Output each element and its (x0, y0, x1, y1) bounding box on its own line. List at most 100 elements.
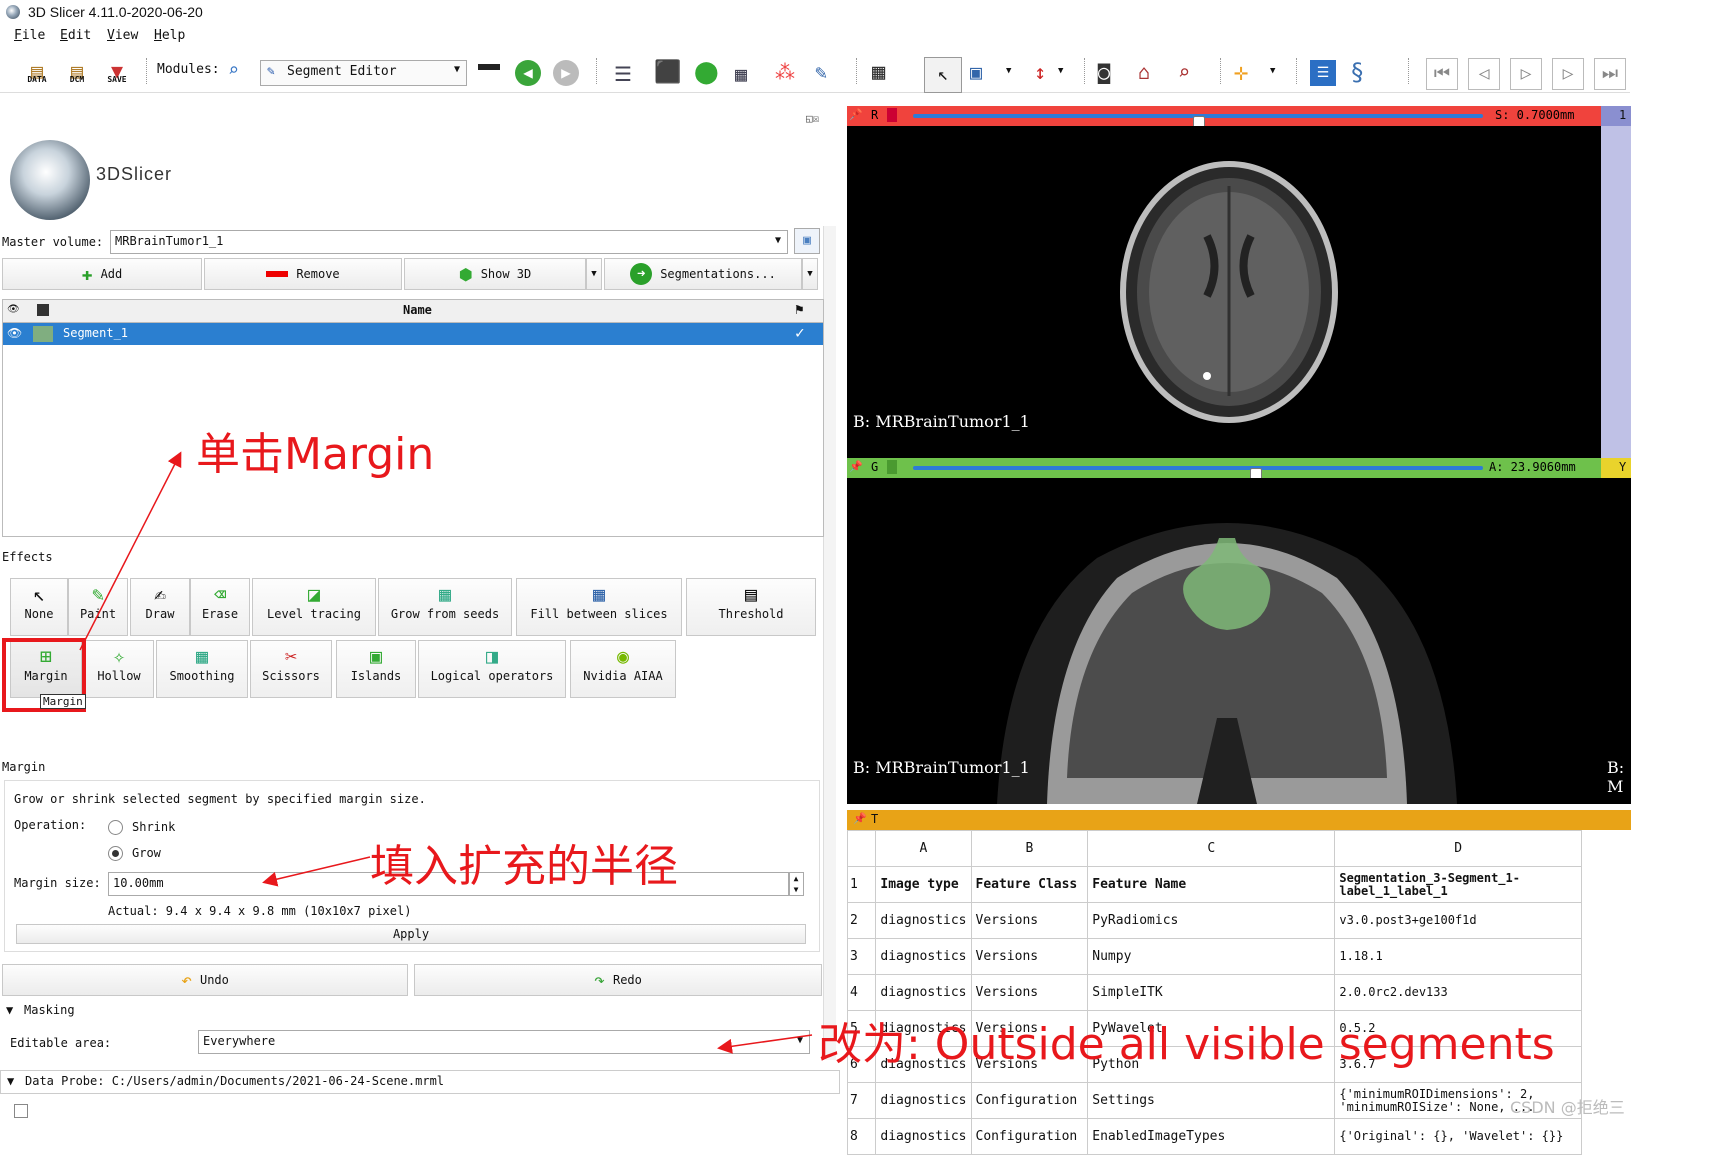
table-cell[interactable]: Feature Name (1087, 866, 1336, 903)
table-cell[interactable]: Versions (970, 902, 1089, 939)
feature-table-grid[interactable]: A B C D 1 Image type Feature Class Feature … (846, 830, 1582, 1155)
masking-collapse-icon[interactable]: ▼ (6, 1003, 13, 1017)
red-slice-slider[interactable] (913, 114, 1483, 134)
effect-logical-operators-button[interactable]: ◨ Logical operators (418, 640, 566, 698)
3d-view-controller[interactable]: 1 (1601, 106, 1631, 126)
load-dicom-button[interactable]: ▤ DCM (62, 56, 92, 86)
last-frame-icon[interactable]: ⏭ (1594, 58, 1626, 90)
menu-view[interactable]: View (107, 28, 138, 43)
red-slice-view[interactable]: B: MRBrainTumor1_1 (847, 126, 1601, 458)
table-row[interactable]: 1 Image type Feature Class Feature Name Segm… (846, 866, 1582, 903)
table-row[interactable]: 4 diagnostics Versions SimpleITK 2.0.0rc2.de… (846, 974, 1582, 1011)
checkbox[interactable] (14, 1104, 28, 1118)
show-3d-dropdown[interactable]: ▼ (586, 258, 602, 290)
markups-module-icon[interactable]: ⁂ (775, 60, 795, 84)
models-module-icon[interactable]: ▦ (735, 62, 747, 86)
menu-edit[interactable]: Edit (60, 28, 91, 43)
panel-scrollbar[interactable] (823, 226, 836, 1060)
table-cell[interactable]: diagnostics (875, 974, 972, 1011)
panel-float-close-icons[interactable]: ◱☒ (806, 112, 819, 125)
module-selector[interactable]: ✎ Segment Editor ▼ (260, 60, 467, 86)
chevron-down-icon[interactable]: ▼ (1270, 66, 1275, 76)
table-cell[interactable]: 2.0.0rc2.dev133 (1334, 974, 1582, 1011)
effect-threshold-button[interactable]: ▤ Threshold (686, 578, 816, 636)
scene-view-icon[interactable]: ⌂ (1138, 60, 1150, 84)
data-probe-bar[interactable]: ▼ Data Probe: C:/Users/admin/Documents/2… (0, 1070, 840, 1094)
segment-name[interactable]: Segment_1 (63, 326, 128, 340)
table-cell[interactable]: PyRadiomics (1087, 902, 1336, 939)
master-volume-options-icon[interactable]: ▣ (794, 228, 820, 254)
yellow-view-controller[interactable]: Y (1601, 458, 1631, 478)
green-slice-view[interactable]: B: MRBrainTumor1_1 (847, 478, 1601, 804)
red-view-controller[interactable]: 📌 R S: 0.7000mm (847, 106, 1601, 134)
module-list-icon[interactable]: ☰ (614, 62, 632, 86)
column-header[interactable]: C (1087, 830, 1336, 867)
data-module-icon[interactable]: ⬛ (654, 60, 681, 85)
eye-icon[interactable]: 👁 (7, 326, 22, 340)
module-history-icon[interactable] (478, 64, 500, 70)
forward-arrow-icon[interactable]: ▶ (553, 60, 579, 86)
table-cell[interactable]: diagnostics (875, 1082, 972, 1119)
table-cell[interactable]: Segmentation_3-Segment_1-label_1_label_1 (1334, 866, 1582, 903)
crosshair-icon[interactable]: ✛ (1234, 58, 1248, 86)
table-cell[interactable]: Numpy (1087, 938, 1336, 975)
column-header[interactable]: B (970, 830, 1089, 867)
segment-color-swatch[interactable] (33, 326, 53, 342)
extension-manager-icon[interactable]: ☰ (1310, 60, 1336, 86)
table-cell[interactable]: 1.18.1 (1334, 938, 1582, 975)
checkmark-icon[interactable]: ✓ (795, 323, 805, 342)
table-cell[interactable]: v3.0.post3+ge100f1d (1334, 902, 1582, 939)
effect-none-button[interactable]: ↖ None (10, 578, 68, 636)
effect-erase-button[interactable]: ⌫ Erase (190, 578, 250, 636)
editable-area-selector[interactable]: Everywhere ▼ (198, 1030, 810, 1054)
table-cell[interactable]: Image type (875, 866, 972, 903)
table-cell[interactable]: Versions (970, 974, 1089, 1011)
add-segment-button[interactable]: ✚ Add (2, 258, 202, 290)
layout-icon[interactable]: ▦ (872, 60, 885, 85)
link-icon[interactable] (887, 108, 897, 122)
previous-frame-icon[interactable]: ◁ (1468, 58, 1500, 90)
segmentations-button[interactable]: ➜ Segmentations... (604, 258, 802, 290)
green-slice-slider[interactable] (913, 466, 1483, 486)
effect-fill-between-slices-button[interactable]: ▦ Fill between slices (516, 578, 682, 636)
window-level-icon[interactable]: ▣ (970, 60, 982, 84)
load-data-button[interactable]: ▤ DATA (22, 56, 52, 86)
table-row[interactable]: 8 diagnostics Configuration EnabledImageTyp… (846, 1118, 1582, 1155)
volumes-module-icon[interactable]: ⬤ (694, 60, 719, 85)
effect-draw-button[interactable]: ✍ Draw (130, 578, 190, 636)
play-icon[interactable]: ▷ (1510, 58, 1542, 90)
remove-segment-button[interactable]: Remove (204, 258, 402, 290)
effect-scissors-button[interactable]: ✂ Scissors (250, 640, 332, 698)
table-row[interactable]: 7 diagnostics Configuration Settings {'minim… (846, 1082, 1582, 1119)
effect-level-tracing-button[interactable]: ◪ Level tracing (252, 578, 376, 636)
python-console-icon[interactable]: § (1350, 58, 1364, 86)
effect-hollow-button[interactable]: ✧ Hollow (84, 640, 154, 698)
masking-section-title[interactable]: Masking (24, 1003, 75, 1017)
effect-paint-button[interactable]: ✎ Paint (68, 578, 128, 636)
chevron-down-icon[interactable]: ▼ (1006, 66, 1011, 76)
show-3d-button[interactable]: ⬢ Show 3D (404, 258, 586, 290)
first-frame-icon[interactable]: ⏮ (1426, 58, 1458, 90)
pin-icon[interactable]: 📌 (853, 812, 867, 825)
effect-smoothing-button[interactable]: ▦ Smoothing (156, 640, 248, 698)
table-cell[interactable]: diagnostics (875, 1118, 972, 1155)
yellow-slice-view[interactable]: Y B: M (1601, 458, 1631, 804)
table-view-controller[interactable]: 📌 T (847, 810, 1631, 830)
menu-help[interactable]: Help (154, 28, 185, 43)
master-volume-selector[interactable]: MRBrainTumor1_1 ▼ (110, 230, 788, 254)
pin-icon[interactable]: 📌 (849, 460, 863, 473)
feature-table[interactable]: A B C D 1 Image type Feature Class Feature … (846, 830, 1582, 1155)
column-header[interactable]: A (875, 830, 972, 867)
table-cell[interactable]: SimpleITK (1087, 974, 1336, 1011)
table-cell[interactable]: Configuration (970, 1082, 1089, 1119)
table-cell[interactable]: Settings (1087, 1082, 1336, 1119)
table-row[interactable]: 2 diagnostics Versions PyRadiomics v3.0.post… (846, 902, 1582, 939)
margin-size-spinner[interactable]: ▲ ▼ (788, 872, 804, 896)
save-button[interactable]: ▼ SAVE (102, 56, 132, 86)
back-arrow-icon[interactable]: ◀ (515, 60, 541, 86)
table-cell[interactable]: {'Original': {}, 'Wavelet': {}} (1334, 1118, 1582, 1155)
data-probe-collapse-icon[interactable]: ▼ (7, 1074, 14, 1088)
effect-islands-button[interactable]: ▣ Islands (336, 640, 416, 698)
table-cell[interactable]: Feature Class (970, 866, 1089, 903)
pin-icon[interactable]: 📌 (849, 108, 863, 121)
